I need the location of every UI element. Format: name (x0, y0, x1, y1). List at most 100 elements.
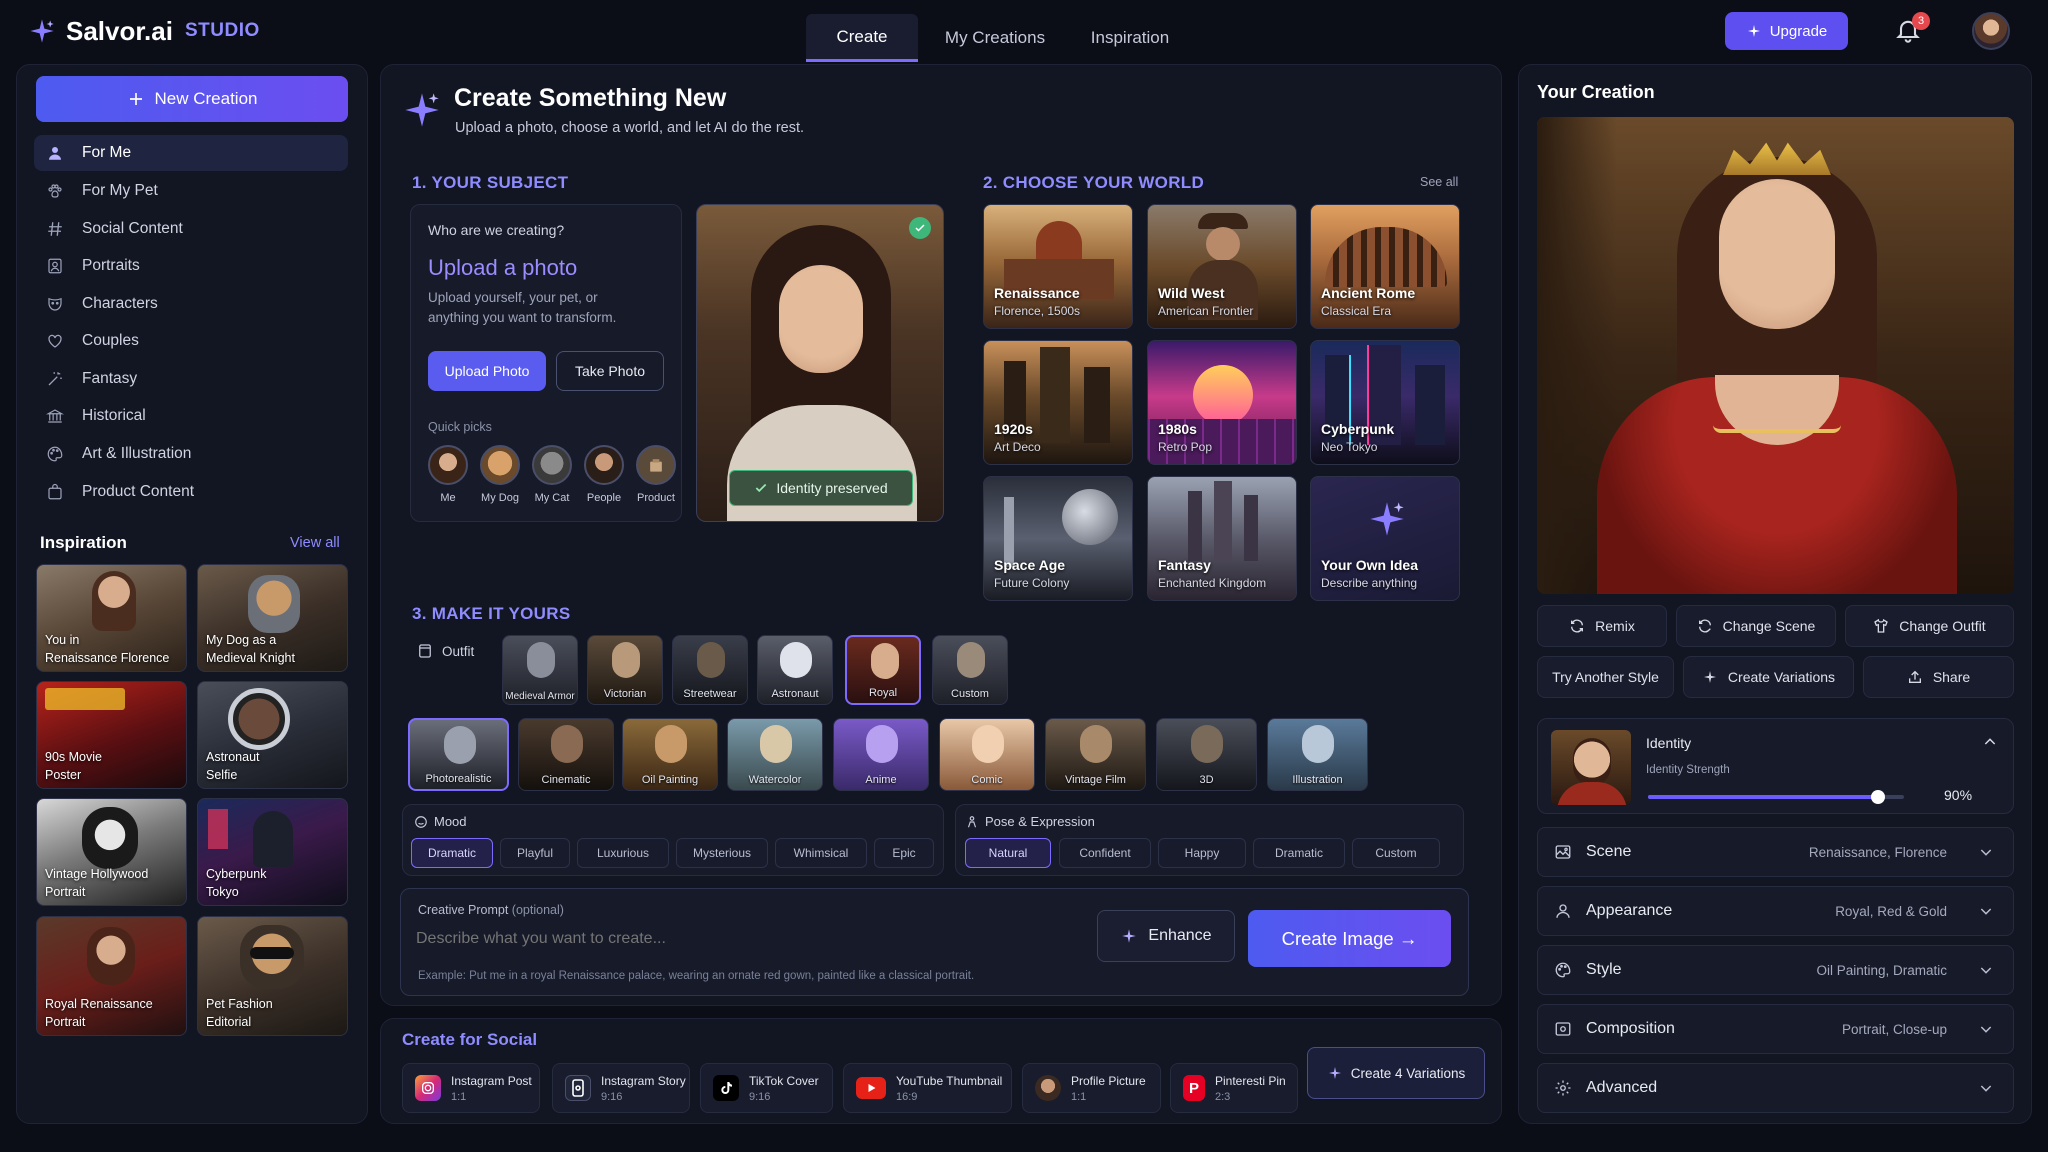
outfit-option[interactable]: Streetwear (672, 635, 748, 705)
take-photo-button[interactable]: Take Photo (556, 351, 664, 391)
sidebar-item-social-content[interactable]: Social Content (34, 211, 348, 247)
pose-option-selected[interactable]: Natural (965, 838, 1051, 868)
style-option[interactable]: Watercolor (727, 718, 823, 791)
outfit-option[interactable]: Victorian (587, 635, 663, 705)
outfit-option[interactable]: Astronaut (757, 635, 833, 705)
inspiration-card[interactable]: You in Renaissance Florence (36, 564, 187, 672)
accordion-composition[interactable]: Composition Portrait, Close-up (1537, 1004, 2014, 1054)
inspiration-card[interactable]: My Dog as a Medieval Knight (197, 564, 348, 672)
sidebar-item-for-my-pet[interactable]: For My Pet (34, 173, 348, 209)
sidebar-item-for-me[interactable]: For Me (34, 135, 348, 171)
accordion-advanced[interactable]: Advanced (1537, 1063, 2014, 1113)
style-option[interactable]: Oil Painting (622, 718, 718, 791)
inspiration-card[interactable]: Cyberpunk Tokyo (197, 798, 348, 906)
tab-my-creations[interactable]: My Creations (930, 14, 1060, 62)
style-option[interactable]: Cinematic (518, 718, 614, 791)
accordion-style[interactable]: Style Oil Painting, Dramatic (1537, 945, 2014, 995)
world-card-space-age[interactable]: Space Age Future Colony (983, 476, 1133, 601)
brand-logo[interactable]: Salvor.ai STUDIO (28, 14, 260, 48)
world-card-wild-west[interactable]: Wild West American Frontier (1147, 204, 1297, 329)
pose-option[interactable]: Confident (1059, 838, 1151, 868)
pose-option[interactable]: Custom (1352, 838, 1440, 868)
remix-button[interactable]: Remix (1537, 605, 1667, 647)
sidebar-item-portraits[interactable]: Portraits (34, 248, 348, 284)
social-tiktok-cover[interactable]: TikTok Cover 9:16 (700, 1063, 833, 1113)
style-option[interactable]: Comic (939, 718, 1035, 791)
outfit-option[interactable]: Custom (932, 635, 1008, 705)
sidebar-item-label: Historical (82, 407, 146, 424)
style-option[interactable]: 3D (1156, 718, 1257, 791)
style-option[interactable]: Illustration (1267, 718, 1368, 791)
inspiration-card[interactable]: Vintage Hollywood Portrait (36, 798, 187, 906)
social-pinterest-pin[interactable]: P Pinteresti Pin 2:3 (1170, 1063, 1298, 1113)
pose-option[interactable]: Dramatic (1253, 838, 1345, 868)
identity-strength-slider[interactable] (1648, 790, 1904, 804)
upload-title: Upload a photo (428, 255, 578, 280)
mood-option[interactable]: Luxurious (577, 838, 669, 868)
sidebar-item-historical[interactable]: Historical (34, 398, 348, 434)
enhance-button[interactable]: Enhance (1097, 910, 1235, 962)
inspiration-view-all-link[interactable]: View all (290, 535, 340, 551)
social-instagram-story[interactable]: Instagram Story 9:16 (552, 1063, 690, 1113)
world-card-cyberpunk[interactable]: Cyberpunk Neo Tokyo (1310, 340, 1460, 465)
world-card-1980s[interactable]: 1980s Retro Pop (1147, 340, 1297, 465)
subject-photo[interactable]: Identity preserved (696, 204, 944, 522)
style-option-selected[interactable]: Photorealistic (408, 718, 509, 791)
social-instagram-post[interactable]: Instagram Post 1:1 (402, 1063, 540, 1113)
chevron-up-icon[interactable] (1982, 734, 1998, 750)
world-card-fantasy[interactable]: Fantasy Enchanted Kingdom (1147, 476, 1297, 601)
accordion-appearance[interactable]: Appearance Royal, Red & Gold (1537, 886, 2014, 936)
world-title: 1920s (994, 421, 1033, 437)
social-youtube-thumbnail[interactable]: YouTube Thumbnail 16:9 (843, 1063, 1012, 1113)
quick-pick-people[interactable] (584, 445, 624, 485)
identity-strength-value: 90% (1944, 787, 1973, 803)
mood-option-selected[interactable]: Dramatic (411, 838, 493, 868)
accordion-scene[interactable]: Scene Renaissance, Florence (1537, 827, 2014, 877)
sidebar-item-couples[interactable]: Couples (34, 323, 348, 359)
inspiration-subtitle-line: Renaissance Florence (45, 651, 170, 665)
style-option[interactable]: Vintage Film (1045, 718, 1146, 791)
social-profile-picture[interactable]: Profile Picture 1:1 (1022, 1063, 1161, 1113)
mood-option[interactable]: Epic (874, 838, 934, 868)
world-card-ancient-rome[interactable]: Ancient Rome Classical Era (1310, 204, 1460, 329)
share-button[interactable]: Share (1863, 656, 2014, 698)
new-creation-button[interactable]: New Creation (36, 76, 348, 122)
mood-option[interactable]: Whimsical (775, 838, 867, 868)
outfit-option[interactable]: Medieval Armor (502, 635, 578, 705)
change-outfit-button[interactable]: Change Outfit (1845, 605, 2014, 647)
mood-option[interactable]: Playful (500, 838, 570, 868)
tab-create[interactable]: Create (806, 14, 918, 62)
quick-pick-cat[interactable] (532, 445, 572, 485)
style-option[interactable]: Anime (833, 718, 929, 791)
create-variations-button[interactable]: Create Variations (1683, 656, 1854, 698)
sidebar-item-fantasy[interactable]: Fantasy (34, 361, 348, 397)
tab-inspiration[interactable]: Inspiration (1070, 14, 1190, 62)
upgrade-button[interactable]: Upgrade (1725, 12, 1848, 50)
try-another-style-button[interactable]: Try Another Style (1537, 656, 1674, 698)
create-4-variations-button[interactable]: Create 4 Variations (1307, 1047, 1485, 1099)
user-avatar[interactable] (1972, 12, 2010, 50)
pose-option[interactable]: Happy (1158, 838, 1246, 868)
mood-option[interactable]: Mysterious (676, 838, 768, 868)
world-card-1920s[interactable]: 1920s Art Deco (983, 340, 1133, 465)
inspiration-card[interactable]: 90s Movie Poster (36, 681, 187, 789)
quick-pick-dog[interactable] (480, 445, 520, 485)
world-see-all-link[interactable]: See all (1420, 175, 1458, 189)
outfit-option-selected[interactable]: Royal (845, 635, 921, 705)
quick-pick-me[interactable] (428, 445, 468, 485)
inspiration-card[interactable]: Royal Renaissance Portrait (36, 916, 187, 1036)
sidebar-item-art-illustration[interactable]: Art & Illustration (34, 436, 348, 472)
world-card-renaissance[interactable]: Renaissance Florence, 1500s (983, 204, 1133, 329)
create-image-button[interactable]: Create Image → (1248, 910, 1451, 967)
inspiration-card[interactable]: Astronaut Selfie (197, 681, 348, 789)
world-card-your-own-idea[interactable]: Your Own Idea Describe anything (1310, 476, 1460, 601)
creative-prompt-input[interactable] (416, 922, 1076, 956)
upload-photo-button[interactable]: Upload Photo (428, 351, 546, 391)
quick-pick-product[interactable] (636, 445, 676, 485)
sidebar-item-product-content[interactable]: Product Content (34, 474, 348, 510)
sidebar-item-characters[interactable]: Characters (34, 286, 348, 322)
change-scene-button[interactable]: Change Scene (1676, 605, 1836, 647)
inspiration-card[interactable]: Pet Fashion Editorial (197, 916, 348, 1036)
result-image[interactable] (1537, 117, 2014, 594)
notifications-button[interactable]: 3 (1894, 12, 1930, 48)
